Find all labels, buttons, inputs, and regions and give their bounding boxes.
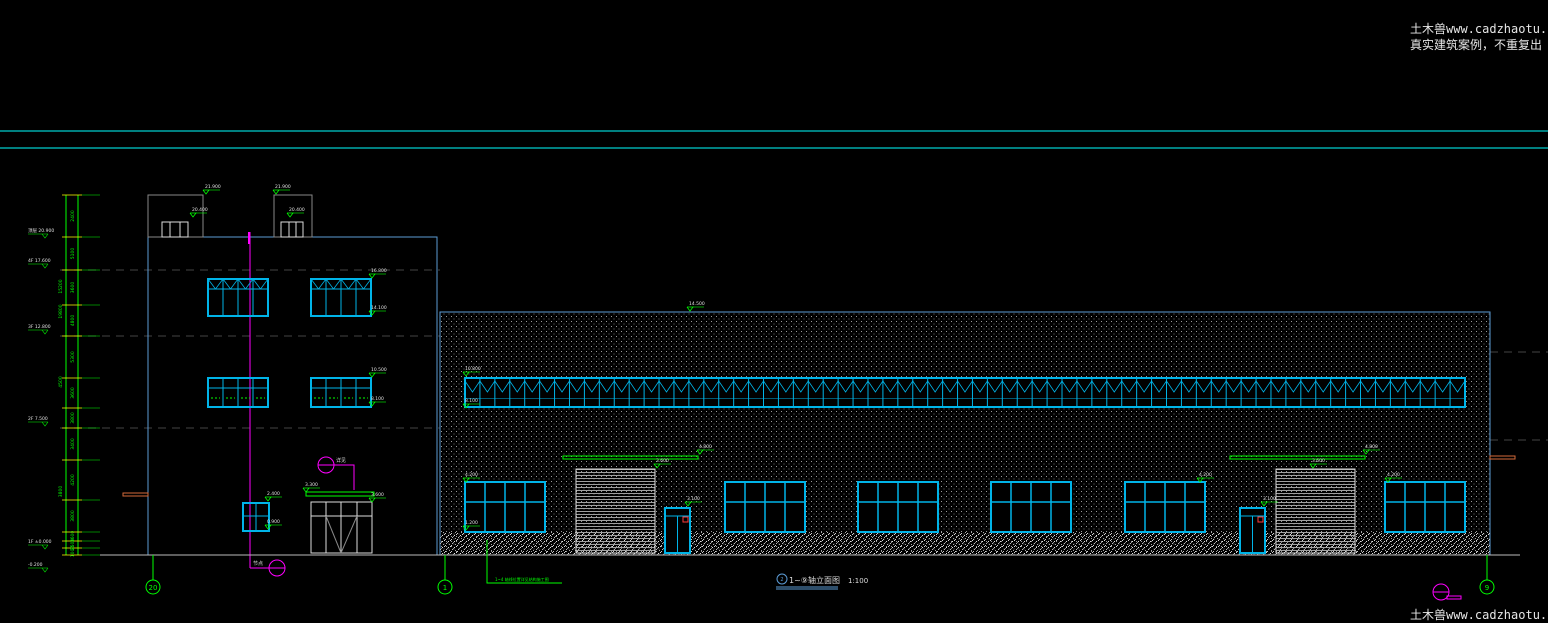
watermark-bottom: 土木兽www.cadzhaotu.c bbox=[1410, 608, 1548, 622]
elevation-value: 3.600 bbox=[656, 458, 669, 464]
watermark-line-2: 真实建筑案例，不重复出 bbox=[1410, 38, 1543, 52]
roof-enclosure-left bbox=[147, 194, 204, 238]
elevation-value: 3.600 bbox=[371, 492, 384, 498]
office-block[interactable]: 详见 节点 bbox=[122, 194, 438, 577]
entrance-canopy bbox=[305, 491, 375, 497]
elevation-triangle bbox=[686, 306, 694, 312]
elevation-value: 3.100 bbox=[1263, 496, 1276, 502]
elevation-triangle bbox=[264, 496, 272, 502]
elevation-value: 14.500 bbox=[689, 301, 705, 307]
office-window-bracing bbox=[355, 278, 372, 290]
elevation-value: 8.100 bbox=[465, 398, 478, 404]
elevation-value: 4.200 bbox=[1387, 472, 1400, 478]
cad-drawing-canvas[interactable]: 2400 5100 3600 4800 5300 3600 3800 3400 4200 3800… bbox=[0, 0, 1548, 620]
title-scale: 1:100 bbox=[848, 577, 868, 585]
elevation-value: 21.900 bbox=[275, 184, 291, 190]
dim-segment-label: 5300 bbox=[70, 351, 76, 363]
dim-segment-label: 3600 bbox=[70, 282, 76, 294]
elevation-value: 20.400 bbox=[289, 207, 305, 213]
elevation-value: 4.800 bbox=[1365, 444, 1378, 450]
elevation-value: 3.100 bbox=[687, 496, 700, 502]
elevation-value: 20.400 bbox=[192, 207, 208, 213]
level-label: 顶层 20.900 bbox=[28, 228, 54, 234]
elevation-triangle bbox=[189, 212, 197, 218]
roof-enclosure-right bbox=[273, 194, 313, 238]
grid-axes: 20 1 9 bbox=[145, 555, 1495, 595]
elevation-value: 14.100 bbox=[371, 305, 387, 311]
callout-label-top: 详见 bbox=[336, 457, 346, 464]
office-window-bracing bbox=[325, 278, 342, 290]
office-window-bracing bbox=[237, 278, 254, 290]
elevation-value: 2.400 bbox=[267, 491, 280, 497]
watermark-line-1: 土木兽www.cadzhaotu.c bbox=[1410, 22, 1548, 36]
elevation-value: 8.100 bbox=[371, 396, 384, 402]
office-window-bracing bbox=[340, 278, 357, 290]
elevation-triangle bbox=[368, 372, 376, 378]
dim-segment-label: 3800 bbox=[70, 510, 76, 522]
dim-segment-label: 3400 bbox=[70, 438, 76, 450]
dim-segment-label: 1000 bbox=[70, 546, 76, 558]
office-window-bracing bbox=[222, 278, 239, 290]
level-triangle bbox=[41, 263, 49, 269]
dim-total-label: 19800 bbox=[58, 304, 64, 318]
dim-segment-label: 2400 bbox=[70, 210, 76, 222]
elevation-value: 3.300 bbox=[305, 482, 318, 488]
level-label: -0.200 bbox=[28, 562, 43, 568]
warehouse-block[interactable] bbox=[439, 311, 1516, 556]
dim-segment-label: 3800 bbox=[70, 412, 76, 424]
office-window-bracing bbox=[207, 278, 224, 290]
elevation-triangle bbox=[368, 497, 376, 503]
dim-segment-label: 5100 bbox=[70, 248, 76, 260]
elevation-value: 10.800 bbox=[465, 366, 481, 372]
level-label: 2F 7.500 bbox=[28, 416, 48, 422]
svg-text:1~4 轴线位置详见结构施工图: 1~4 轴线位置详见结构施工图 bbox=[495, 576, 549, 582]
drawing-title: 2 1~⑨轴立面图 1:100 bbox=[776, 573, 868, 590]
dim-total-label: 15200 bbox=[58, 279, 64, 293]
dim-total-label: 4500 bbox=[58, 376, 64, 388]
dim-segment-label: 4800 bbox=[70, 315, 76, 327]
dim-total-label: 3800 bbox=[58, 486, 64, 498]
svg-text:9: 9 bbox=[1485, 584, 1489, 592]
office-window-bracing bbox=[252, 278, 269, 290]
elevation-value: 3.600 bbox=[1312, 458, 1325, 464]
rolling-door-right bbox=[1275, 468, 1356, 554]
elevation-value: 21.900 bbox=[205, 184, 221, 190]
callout-label-bottom: 节点 bbox=[253, 561, 263, 567]
elevation-value: 4.200 bbox=[1199, 472, 1212, 478]
level-label: 3F 12.800 bbox=[28, 324, 51, 330]
bottom-right-callout bbox=[1432, 583, 1462, 601]
level-triangle bbox=[41, 544, 49, 550]
level-triangle bbox=[41, 329, 49, 335]
elevation-triangle bbox=[286, 212, 294, 218]
elevation-value: 16.800 bbox=[371, 268, 387, 274]
svg-text:1: 1 bbox=[443, 584, 447, 592]
elevation-value: 1.200 bbox=[465, 520, 478, 526]
elevation-value: 4.800 bbox=[699, 444, 712, 450]
elevation-triangle bbox=[302, 487, 310, 493]
elevation-value: 0.900 bbox=[267, 519, 280, 525]
level-triangle bbox=[41, 421, 49, 427]
elevation-value: 4.200 bbox=[465, 472, 478, 478]
svg-text:2: 2 bbox=[780, 577, 783, 583]
left-dimension-chain: 2400 5100 3600 4800 5300 3600 3800 3400 4200 3800… bbox=[28, 194, 100, 573]
svg-text:20: 20 bbox=[149, 584, 158, 592]
level-triangle bbox=[41, 567, 49, 573]
dim-segment-label: 4200 bbox=[70, 474, 76, 486]
elevation-triangle bbox=[202, 189, 210, 195]
level-label: 4F 17.600 bbox=[28, 258, 51, 264]
upper-boundary-lines bbox=[0, 130, 1548, 149]
elevation-value: 10.500 bbox=[371, 367, 387, 373]
elevation-triangle bbox=[368, 273, 376, 279]
title-text: 1~⑨轴立面图 bbox=[789, 575, 840, 585]
elevation-triangle bbox=[272, 189, 280, 195]
level-label: 1F ±0.000 bbox=[28, 539, 52, 545]
dim-segment-label: 3600 bbox=[70, 387, 76, 399]
level-triangle bbox=[41, 233, 49, 239]
office-window-bracing bbox=[310, 278, 327, 290]
rolling-door-left bbox=[575, 468, 656, 554]
